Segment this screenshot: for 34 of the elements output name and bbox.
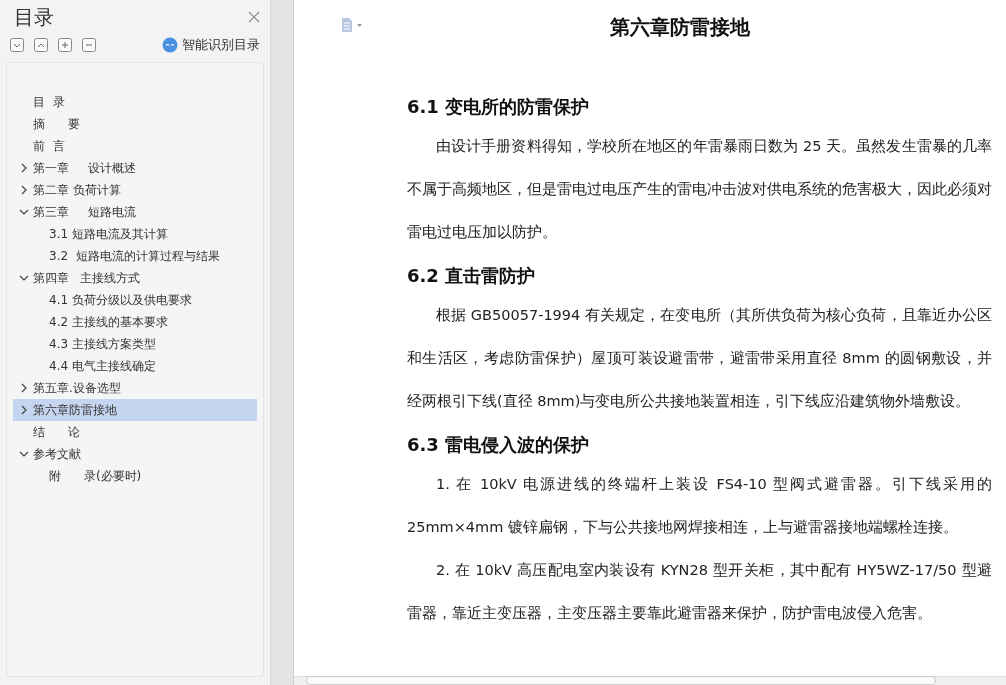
outline-item[interactable]: 3.1 短路电流及其计算 (13, 223, 257, 245)
chapter-title: 第六章防雷接地 (610, 14, 750, 41)
plus-icon[interactable] (58, 38, 72, 52)
smart-toc-button[interactable]: 智能识别目录 (162, 36, 260, 54)
outline-item[interactable]: 4.1 负荷分级以及供电要求 (13, 289, 257, 311)
outline-item[interactable]: 目 录 (13, 91, 257, 113)
smart-face-icon (162, 37, 178, 53)
outline-item[interactable]: 第一章 设计概述 (13, 157, 257, 179)
section-heading: 6.1 变电所的防雷保护 (407, 95, 591, 119)
body-paragraph: 由设计手册资料得知，学校所在地区的年雷暴雨日数为 25 天。虽然发生雷暴的几率不属于高频地区，但是雷电过电压产生的雷电冲击波对供电系统的危害极大，因此必须对雷电过电压加以防护。 (407, 137, 992, 242)
expand-all-icon[interactable] (10, 38, 24, 52)
outline-item[interactable]: 第三章 短路电流 (13, 201, 257, 223)
outline-item[interactable]: 附 录(必要时) (13, 465, 257, 487)
outline-item[interactable]: 第五章.设备选型 (13, 377, 257, 399)
outline-item[interactable]: 4.4 电气主接线确定 (13, 355, 257, 377)
section-heading: 6.3 雷电侵入波的保护 (407, 433, 591, 457)
close-icon[interactable] (248, 11, 260, 23)
body-paragraph: 根据 GB50057-1994 有关规定，在变电所（其所供负荷为核心负荷，且靠近办公区和生活区，考虑防雷保护）屋顶可装设避雷带，避雷带采用直径 8mm 的圆钢敷设，并经两根引下线(直径 8mm)与变电所公共接地装置相连，引下线应沿建筑物外墙敷设。 (407, 306, 992, 411)
outline-item[interactable]: 第六章防雷接地 (13, 399, 257, 421)
outline-item[interactable]: 4.2 主接线的基本要求 (13, 311, 257, 333)
outline-item[interactable]: 摘 要 (13, 113, 257, 135)
body-paragraph: 1. 在 10kV 电源进线的终端杆上装设 FS4-10 型阀式避雷器。引下线采用的 25mm×4mm 镀锌扁钢，下与公共接地网焊接相连，上与避雷器接地端螺栓连接。 (407, 475, 992, 537)
outline-item[interactable]: 参考文献 (13, 443, 257, 465)
outline-item[interactable]: 第四章 主接线方式 (13, 267, 257, 289)
collapse-all-icon[interactable] (34, 38, 48, 52)
section-heading: 6.2 直击雷防护 (407, 264, 537, 288)
outline-item[interactable]: 第二章 负荷计算 (13, 179, 257, 201)
panel-title: 目录 (14, 3, 54, 31)
outline-item[interactable]: 前 言 (13, 135, 257, 157)
outline-item[interactable]: 4.3 主接线方案类型 (13, 333, 257, 355)
outline-item[interactable]: 结 论 (13, 421, 257, 443)
body-paragraph: 2. 在 10kV 高压配电室内装设有 KYN28 型开关柜，其中配有 HY5WZ-17/50 型避雷器，靠近主变压器，主变压器主要靠此避雷器来保护，防护雷电波侵入危害。 (407, 561, 992, 623)
outline-item[interactable]: 3.2 短路电流的计算过程与结果 (13, 245, 257, 267)
minus-icon[interactable] (82, 38, 96, 52)
